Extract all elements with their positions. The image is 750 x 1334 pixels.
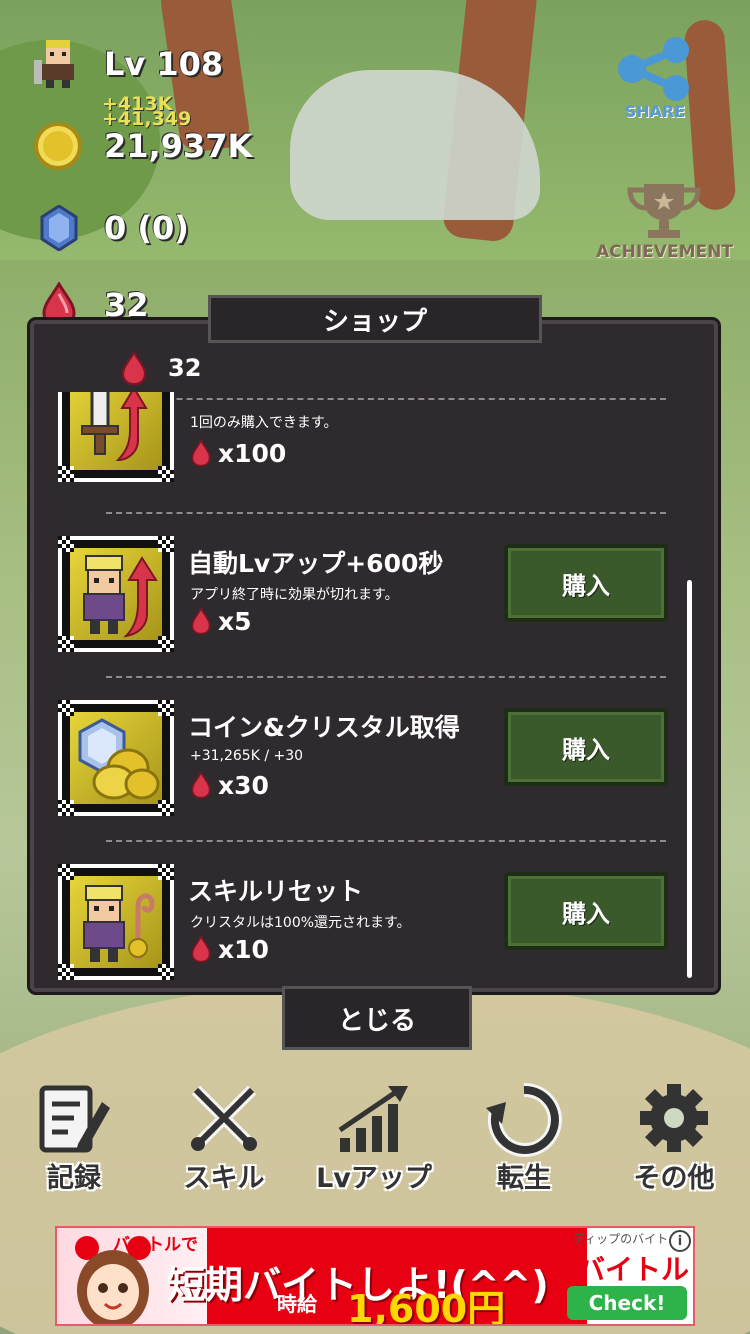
item-icon-frame [58, 392, 174, 482]
close-button-label: とじる [337, 1005, 416, 1036]
nav-rebirth-label: 転生 [497, 1163, 551, 1194]
gem-value: 32 [104, 286, 149, 324]
red-gem-icon [191, 771, 211, 799]
item-price-value: x30 [218, 770, 269, 800]
record-icon [39, 1085, 110, 1153]
item-icon-frame [58, 536, 174, 652]
achievement-label: ACHIEVEMENT [596, 242, 733, 262]
achievement-button[interactable]: ACHIEVEMENT [596, 180, 733, 262]
share-label: SHARE [624, 102, 686, 121]
item-price: x5 [190, 606, 252, 636]
nav-levelup-label: Lvアップ [316, 1163, 432, 1194]
crystal-value: 0 (0) [104, 209, 189, 247]
nav-skill-label: スキル [183, 1163, 265, 1194]
item-name: スキルリセット [188, 877, 364, 906]
buy-button[interactable]: 購入 [504, 544, 668, 622]
item-price: x10 [190, 934, 269, 964]
coins-crystal-icon [78, 718, 160, 800]
ad-cta-label: Check! [588, 1291, 666, 1315]
nav-record-label: 記録 [47, 1163, 101, 1194]
item-divider [106, 840, 666, 842]
ad-brand-caption: ディップのバイト [573, 1232, 669, 1246]
levelup-chart-icon [338, 1086, 408, 1152]
item-price: x30 [190, 770, 269, 800]
item-description: アプリ終了時に効果が切れます。 [190, 587, 399, 603]
item-divider [106, 676, 666, 678]
crossed-swords-icon [191, 1085, 257, 1151]
level-value: Lv 108 [104, 45, 224, 83]
skill-reset-icon [83, 885, 155, 962]
item-description: クリスタルは100%還元されます。 [190, 915, 411, 931]
gear-icon [640, 1084, 708, 1152]
nav-skill-button[interactable]: スキル [164, 1082, 284, 1200]
red-gem-icon [191, 607, 211, 635]
item-name: コイン&クリスタル取得 [188, 713, 460, 742]
rebirth-icon [486, 1082, 562, 1157]
item-icon-frame [58, 700, 174, 816]
hero-icon [34, 40, 74, 88]
nav-other-button[interactable]: その他 [614, 1082, 734, 1200]
buy-button-label: 購入 [562, 735, 610, 764]
nav-record-button[interactable]: 記録 [14, 1082, 134, 1200]
shop-gem-balance: 32 [120, 348, 201, 388]
ad-info-icon[interactable]: i [669, 1230, 691, 1252]
share-icon [618, 37, 689, 101]
buy-button-label: 購入 [562, 571, 610, 600]
nav-levelup-button[interactable]: Lvアップ [314, 1082, 434, 1200]
ad-info-label: i [677, 1233, 683, 1249]
red-gem-icon [191, 935, 211, 963]
close-button[interactable]: とじる [282, 986, 472, 1050]
item-icon-frame [58, 864, 174, 980]
hero-levelup-icon [83, 555, 158, 638]
item-price: x100 [190, 438, 286, 468]
item-description: 1回のみ購入できます。 [190, 415, 338, 431]
nav-rebirth-button[interactable]: 転生 [464, 1082, 584, 1200]
bottom-nav: 記録 スキル Lvアップ 転生 その他 [0, 1082, 750, 1202]
nav-other-label: その他 [633, 1163, 715, 1194]
item-price-value: x10 [218, 934, 269, 964]
shop-item-list[interactable]: 1回のみ購入できます。 x100 自動Lvアップ+600秒 アプリ終了時に効果が [44, 392, 704, 984]
shop-item: 1回のみ購入できます。 x100 [44, 392, 704, 515]
ad-brand-logo: バイトル [577, 1253, 690, 1286]
coin-icon [34, 122, 82, 170]
item-divider [106, 512, 666, 514]
ad-cta-button[interactable]: Check! [567, 1286, 687, 1320]
shop-item: スキルリセット クリスタルは100%還元されます。 x10 購入 [44, 856, 704, 984]
item-price-value: x100 [218, 438, 287, 468]
buy-button-label: 購入 [562, 899, 610, 928]
ad-wage-amount: 1,600円 [347, 1287, 506, 1326]
red-gem-icon [191, 439, 211, 467]
buy-button[interactable]: 購入 [504, 872, 668, 950]
shop-gem-value: 32 [168, 354, 202, 382]
coin-row: 21,937K [30, 122, 252, 170]
sword-attack-icon [81, 392, 148, 462]
share-button[interactable]: SHARE [612, 36, 698, 121]
trophy-icon [627, 184, 701, 238]
shop-title: ショップ [322, 306, 427, 337]
shop-item: コイン&クリスタル取得 +31,265K / +30 x30 購入 [44, 692, 704, 857]
item-price-value: x5 [218, 606, 252, 636]
item-description: +31,265K / +30 [190, 748, 304, 764]
ad-wage-label: 時給 [277, 1292, 317, 1316]
ad-banner[interactable]: バイトルで ディップのバイト 短期バイトしよ!(^^) 時給 1,600円 バイ… [55, 1226, 695, 1326]
coin-value: 21,937K [104, 127, 253, 165]
level-row: Lv 108 [30, 36, 223, 92]
red-gem-icon [121, 350, 147, 386]
crystal-row: 0 (0) [30, 205, 189, 251]
item-name: 自動Lvアップ+600秒 [188, 549, 444, 578]
shop-item: 自動Lvアップ+600秒 アプリ終了時に効果が切れます。 x5 購入 [44, 528, 704, 693]
buy-button[interactable]: 購入 [504, 708, 668, 786]
shop-title-plate: ショップ [208, 295, 542, 343]
ad-top-text: バイトルで [113, 1235, 198, 1255]
crystal-icon [40, 205, 78, 251]
shop-scrollbar[interactable] [687, 580, 692, 978]
